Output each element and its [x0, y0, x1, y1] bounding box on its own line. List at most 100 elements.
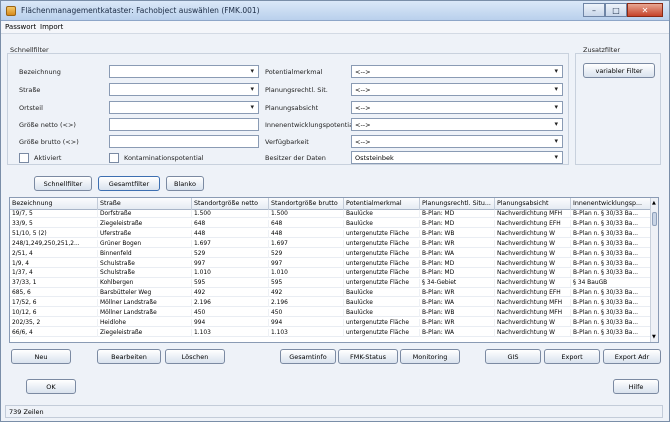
cell-planungsabsicht: Nachverdichtung W [495, 279, 571, 288]
innenentwicklung-combo[interactable]: <--> ▾ [351, 118, 563, 131]
cell-brutto: 994 [269, 318, 344, 327]
cell-potentialmerkmal: untergenutzte Fläche [344, 259, 420, 268]
menu-import[interactable]: Import [40, 23, 63, 31]
cell-innenentwicklung: B-Plan n. § 30/33 Ba... [571, 259, 652, 268]
variabler-filter-button[interactable]: variabler Filter [583, 63, 655, 78]
table-scrollbar[interactable]: ▲ ▼ [650, 198, 658, 342]
table-row[interactable]: 685, 6 Barsbütteler Weg 492 492 Baulücke B-Pl… [10, 289, 652, 298]
cell-potentialmerkmal: untergenutzte Fläche [344, 249, 420, 258]
ok-button[interactable]: OK [26, 379, 76, 394]
column-header-bezeichnung[interactable]: Bezeichnung [10, 198, 98, 210]
close-icon[interactable]: ✕ [627, 3, 663, 17]
table-row[interactable]: 1/37, 4 Schulstraße 1.010 1.010 untergenutzt… [10, 269, 652, 278]
cell-bezeichnung: 51/10, 5 (2) [10, 229, 98, 238]
maximize-icon[interactable]: □ [605, 3, 627, 17]
bearbeiten-button[interactable]: Bearbeiten [97, 349, 161, 364]
chevron-down-icon: ▾ [554, 137, 558, 145]
cell-bezeichnung: 37/33, 1 [10, 279, 98, 288]
table-row[interactable]: 51/10, 5 (2) Uferstraße 448 448 untergenutzt… [10, 229, 652, 239]
scroll-up-icon[interactable]: ▲ [652, 200, 656, 206]
groesse-brutto-input[interactable] [109, 135, 259, 148]
cell-netto: 450 [192, 309, 269, 317]
cell-brutto: 450 [269, 309, 344, 317]
column-header-innenentwicklung[interactable]: Innenentwicklungsp... [571, 198, 652, 210]
minimize-icon[interactable]: – [583, 3, 605, 17]
cell-planungsabsicht: Nachverdichtung W [495, 239, 571, 248]
hilfe-button[interactable]: Hilfe [613, 379, 659, 394]
monitoring-button[interactable]: Monitoring [400, 349, 460, 364]
cell-strasse: Schulstraße [98, 259, 192, 268]
cell-planungsrechtl: B-Plan: MD [420, 219, 495, 228]
table-row[interactable]: 19/7, 5 Dorfstraße 1.500 1.500 Baulücke B-Pla… [10, 210, 652, 219]
besitzer-combo[interactable]: Oststeinbek ▾ [351, 151, 563, 164]
cell-brutto: 448 [269, 229, 344, 238]
blanko-button[interactable]: Blanko [166, 176, 204, 191]
bezeichnung-combo[interactable]: ▾ [109, 65, 259, 78]
results-table: Bezeichnung Straße Standortgröße netto S… [9, 197, 659, 343]
potentialmerkmal-value: <--> [355, 68, 371, 76]
export-button[interactable]: Export [544, 349, 600, 364]
cell-planungsabsicht: Nachverdichtung EFH [495, 289, 571, 298]
gis-button[interactable]: GIS [485, 349, 541, 364]
menu-passwort[interactable]: Passwort [5, 23, 36, 31]
planungsabsicht-combo[interactable]: <--> ▾ [351, 101, 563, 114]
aktiviert-label: Aktiviert [34, 154, 62, 162]
table-row[interactable]: 33/9, 5 Ziegeleistraße 648 648 Baulücke B-Pla… [10, 219, 652, 229]
gesamtinfo-button[interactable]: Gesamtinfo [280, 349, 336, 364]
cell-brutto: 1.500 [269, 210, 344, 218]
cell-planungsabsicht: Nachverdichtung W [495, 328, 571, 337]
table-row[interactable]: 2/51, 4 Binnenfeld 529 529 untergenutzte Flä… [10, 249, 652, 258]
groesse-netto-input[interactable] [109, 118, 259, 131]
fmk-status-button[interactable]: FMK-Status [338, 349, 398, 364]
cell-innenentwicklung: B-Plan n. § 30/33 Ba... [571, 309, 652, 317]
scroll-thumb[interactable] [652, 212, 657, 226]
column-header-strasse[interactable]: Straße [98, 198, 192, 210]
cell-brutto: 997 [269, 259, 344, 268]
cell-planungsrechtl: B-Plan: MD [420, 210, 495, 218]
potentialmerkmal-combo[interactable]: <--> ▾ [351, 65, 563, 78]
table-row[interactable]: 37/33, 1 Kohlbergen 595 595 untergenutzte Fl… [10, 279, 652, 288]
strasse-combo[interactable]: ▾ [109, 83, 259, 96]
column-header-planungsabsicht[interactable]: Planungsabsicht [495, 198, 571, 210]
kontamination-checkbox[interactable] [109, 153, 119, 163]
label-verfuegbarkeit: Verfügbarkeit [265, 138, 309, 146]
cell-brutto: 492 [269, 289, 344, 298]
cell-netto: 997 [192, 259, 269, 268]
planungsrechtl-combo[interactable]: <--> ▾ [351, 83, 563, 96]
scroll-down-icon[interactable]: ▼ [652, 334, 656, 340]
verfuegbarkeit-combo[interactable]: <--> ▾ [351, 135, 563, 148]
cell-innenentwicklung: B-Plan n. § 30/33 Ba... [571, 318, 652, 327]
table-row[interactable]: 248/1,249,250,251,2... Grüner Bogen 1.697 1… [10, 239, 652, 248]
neu-button[interactable]: Neu [11, 349, 71, 364]
table-row[interactable]: 17/52, 6 Möllner Landstraße 2.196 2.196 Baul… [10, 299, 652, 308]
chevron-down-icon: ▾ [250, 103, 254, 111]
column-header-potentialmerkmal[interactable]: Potentialmerkmal [344, 198, 420, 210]
cell-planungsabsicht: Nachverdichtung MFH [495, 299, 571, 308]
cell-potentialmerkmal: untergenutzte Fläche [344, 279, 420, 288]
cell-planungsabsicht: Nachverdichtung MFH [495, 210, 571, 218]
cell-bezeichnung: 248/1,249,250,251,2... [10, 239, 98, 248]
cell-planungsabsicht: Nachverdichtung W [495, 318, 571, 327]
chevron-down-icon: ▾ [250, 85, 254, 93]
chevron-down-icon: ▾ [554, 85, 558, 93]
ortsteil-combo[interactable]: ▾ [109, 101, 259, 114]
table-row[interactable]: 66/6, 4 Ziegeleistraße 1.103 1.103 untergenu… [10, 328, 652, 338]
table-row[interactable]: 1/9, 4 Schulstraße 997 997 untergenutzte Flä… [10, 259, 652, 268]
column-header-brutto[interactable]: Standortgröße brutto [269, 198, 344, 210]
cell-potentialmerkmal: Baulücke [344, 289, 420, 298]
gesamtfilter-button[interactable]: Gesamtfilter [98, 176, 160, 191]
table-row[interactable]: 202/35, 2 Heidlohe 994 994 untergenutzte Flä… [10, 318, 652, 328]
loeschen-button[interactable]: Löschen [165, 349, 225, 364]
label-groesse-brutto: Größe brutto (<>) [19, 138, 79, 146]
export-adr-button[interactable]: Export Adr [603, 349, 661, 364]
aktiviert-checkbox[interactable] [19, 153, 29, 163]
schnellfilter-button[interactable]: Schnellfilter [34, 176, 92, 191]
column-header-planungsrechtl[interactable]: Planungsrechtl. Situ... [420, 198, 495, 210]
label-groesse-netto: Größe netto (<>) [19, 121, 76, 129]
cell-potentialmerkmal: Baulücke [344, 219, 420, 228]
column-header-netto[interactable]: Standortgröße netto [192, 198, 269, 210]
label-planungsrechtl: Planungsrechtl. Sit. [265, 86, 328, 94]
table-row[interactable]: 10/12, 6 Möllner Landstraße 450 450 Baulücke… [10, 309, 652, 318]
label-besitzer: Besitzer der Daten [265, 154, 326, 162]
cell-planungsrechtl: B-Plan: WB [420, 309, 495, 317]
